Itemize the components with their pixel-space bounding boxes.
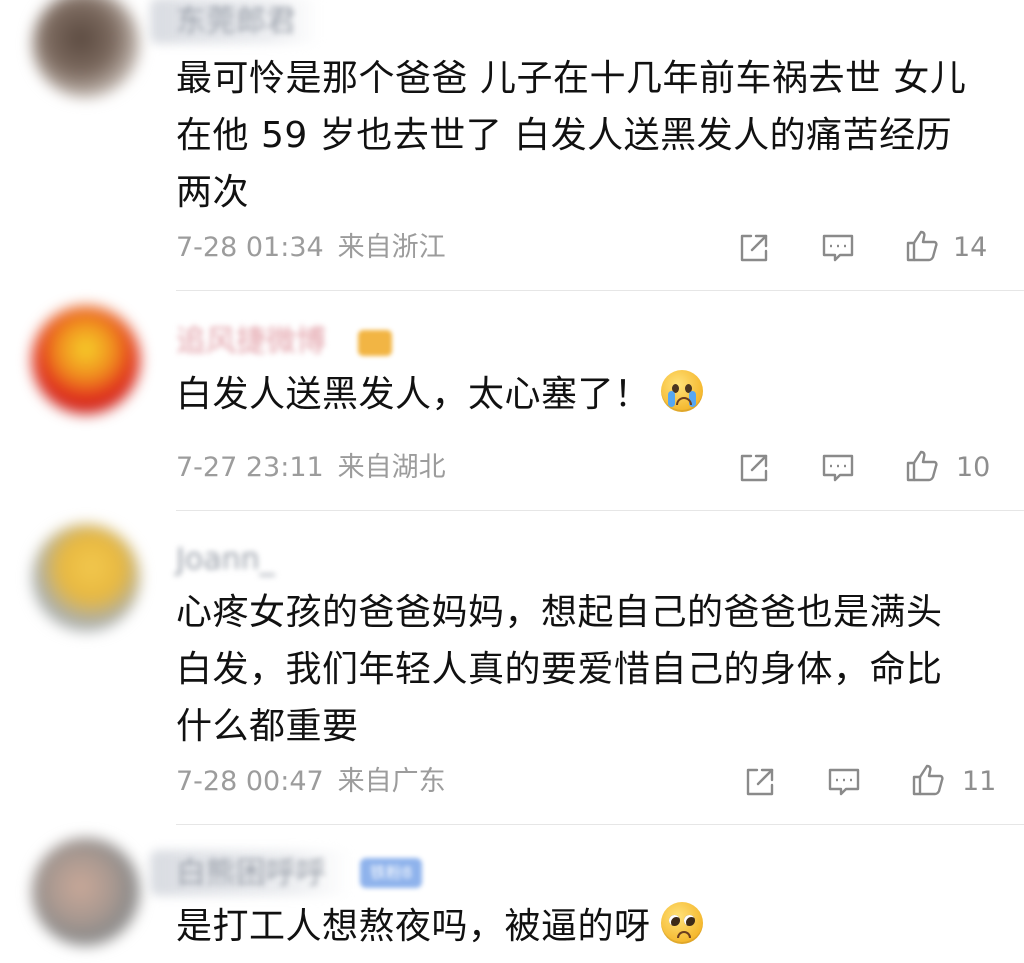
crying-face-emoji xyxy=(660,370,703,412)
comment-meta: 7-28 01:34 来自浙江 xyxy=(176,230,446,266)
comment-text: 是打工人想熬夜吗，被逼的呀 xyxy=(176,898,996,955)
comment-icon[interactable] xyxy=(826,764,862,800)
like-count: 10 xyxy=(956,452,991,483)
comment-time: 7-28 01:34 xyxy=(176,232,324,263)
avatar[interactable] xyxy=(32,838,140,946)
comment-text-line: 白发，我们年轻人真的要爱惜自己的身体，命比 xyxy=(176,649,943,690)
comment-location: 来自湖北 xyxy=(337,452,446,483)
comment-meta: 7-28 00:47 来自广东 xyxy=(176,764,446,800)
divider xyxy=(176,824,1024,825)
comment-icon[interactable] xyxy=(820,230,856,266)
share-icon[interactable] xyxy=(736,230,772,266)
thumbs-up-icon[interactable] xyxy=(904,448,940,484)
like-count: 11 xyxy=(962,766,997,797)
share-icon[interactable] xyxy=(736,450,772,486)
comment-text: 白发人送黑发人，太心塞了！ xyxy=(176,366,996,423)
divider xyxy=(176,290,1024,291)
thumbs-up-icon[interactable] xyxy=(910,762,946,798)
comment-text-content: 是打工人想熬夜吗，被逼的呀 xyxy=(176,906,651,947)
avatar[interactable] xyxy=(32,524,140,632)
comment-text-line: 两次 xyxy=(176,172,250,213)
username[interactable]: Joann_ xyxy=(176,538,275,582)
comment-text-line: 什么都重要 xyxy=(176,706,359,747)
comment-text-line: 是打工人想熬夜吗，被逼的呀 xyxy=(176,898,996,955)
comment-text-content: 白发人送黑发人，太心塞了！ xyxy=(176,374,651,415)
comment-text-line: 最可怜是那个爸爸 儿子在十几年前车祸去世 女儿 xyxy=(176,58,967,99)
crown-badge-icon xyxy=(358,330,392,356)
comment-icon[interactable] xyxy=(820,450,856,486)
pleading-face-emoji xyxy=(660,902,703,944)
comment-text-line: 心疼女孩的爸爸妈妈，想起自己的爸爸也是满头 xyxy=(176,592,943,633)
username[interactable]: 追风捷微博 xyxy=(176,320,326,364)
comment-time: 7-28 00:47 xyxy=(176,766,324,797)
like-count: 14 xyxy=(953,232,988,263)
comment-text-line: 在他 59 岁也去世了 白发人送黑发人的痛苦经历 xyxy=(176,115,953,156)
comment-text-line: 白发人送黑发人，太心塞了！ xyxy=(176,366,996,423)
username[interactable]: 东莞郎君 xyxy=(176,0,296,44)
avatar[interactable] xyxy=(32,306,140,414)
comment-text: 最可怜是那个爸爸 儿子在十几年前车祸去世 女儿 在他 59 岁也去世了 白发人送… xyxy=(176,50,996,221)
comment-meta: 7-27 23:11 来自湖北 xyxy=(176,450,446,486)
comment-text: 心疼女孩的爸爸妈妈，想起自己的爸爸也是满头 白发，我们年轻人真的要爱惜自己的身体… xyxy=(176,584,996,755)
thumbs-up-icon[interactable] xyxy=(904,228,940,264)
fan-badge: 铁粉8 xyxy=(360,858,423,888)
share-icon[interactable] xyxy=(742,764,778,800)
comment-location: 来自浙江 xyxy=(337,232,446,263)
comment-time: 7-27 23:11 xyxy=(176,452,324,483)
avatar[interactable] xyxy=(32,0,140,98)
comment-location: 来自广东 xyxy=(337,766,446,797)
username[interactable]: 白熊困呼呼 xyxy=(176,852,326,896)
divider xyxy=(176,510,1024,511)
